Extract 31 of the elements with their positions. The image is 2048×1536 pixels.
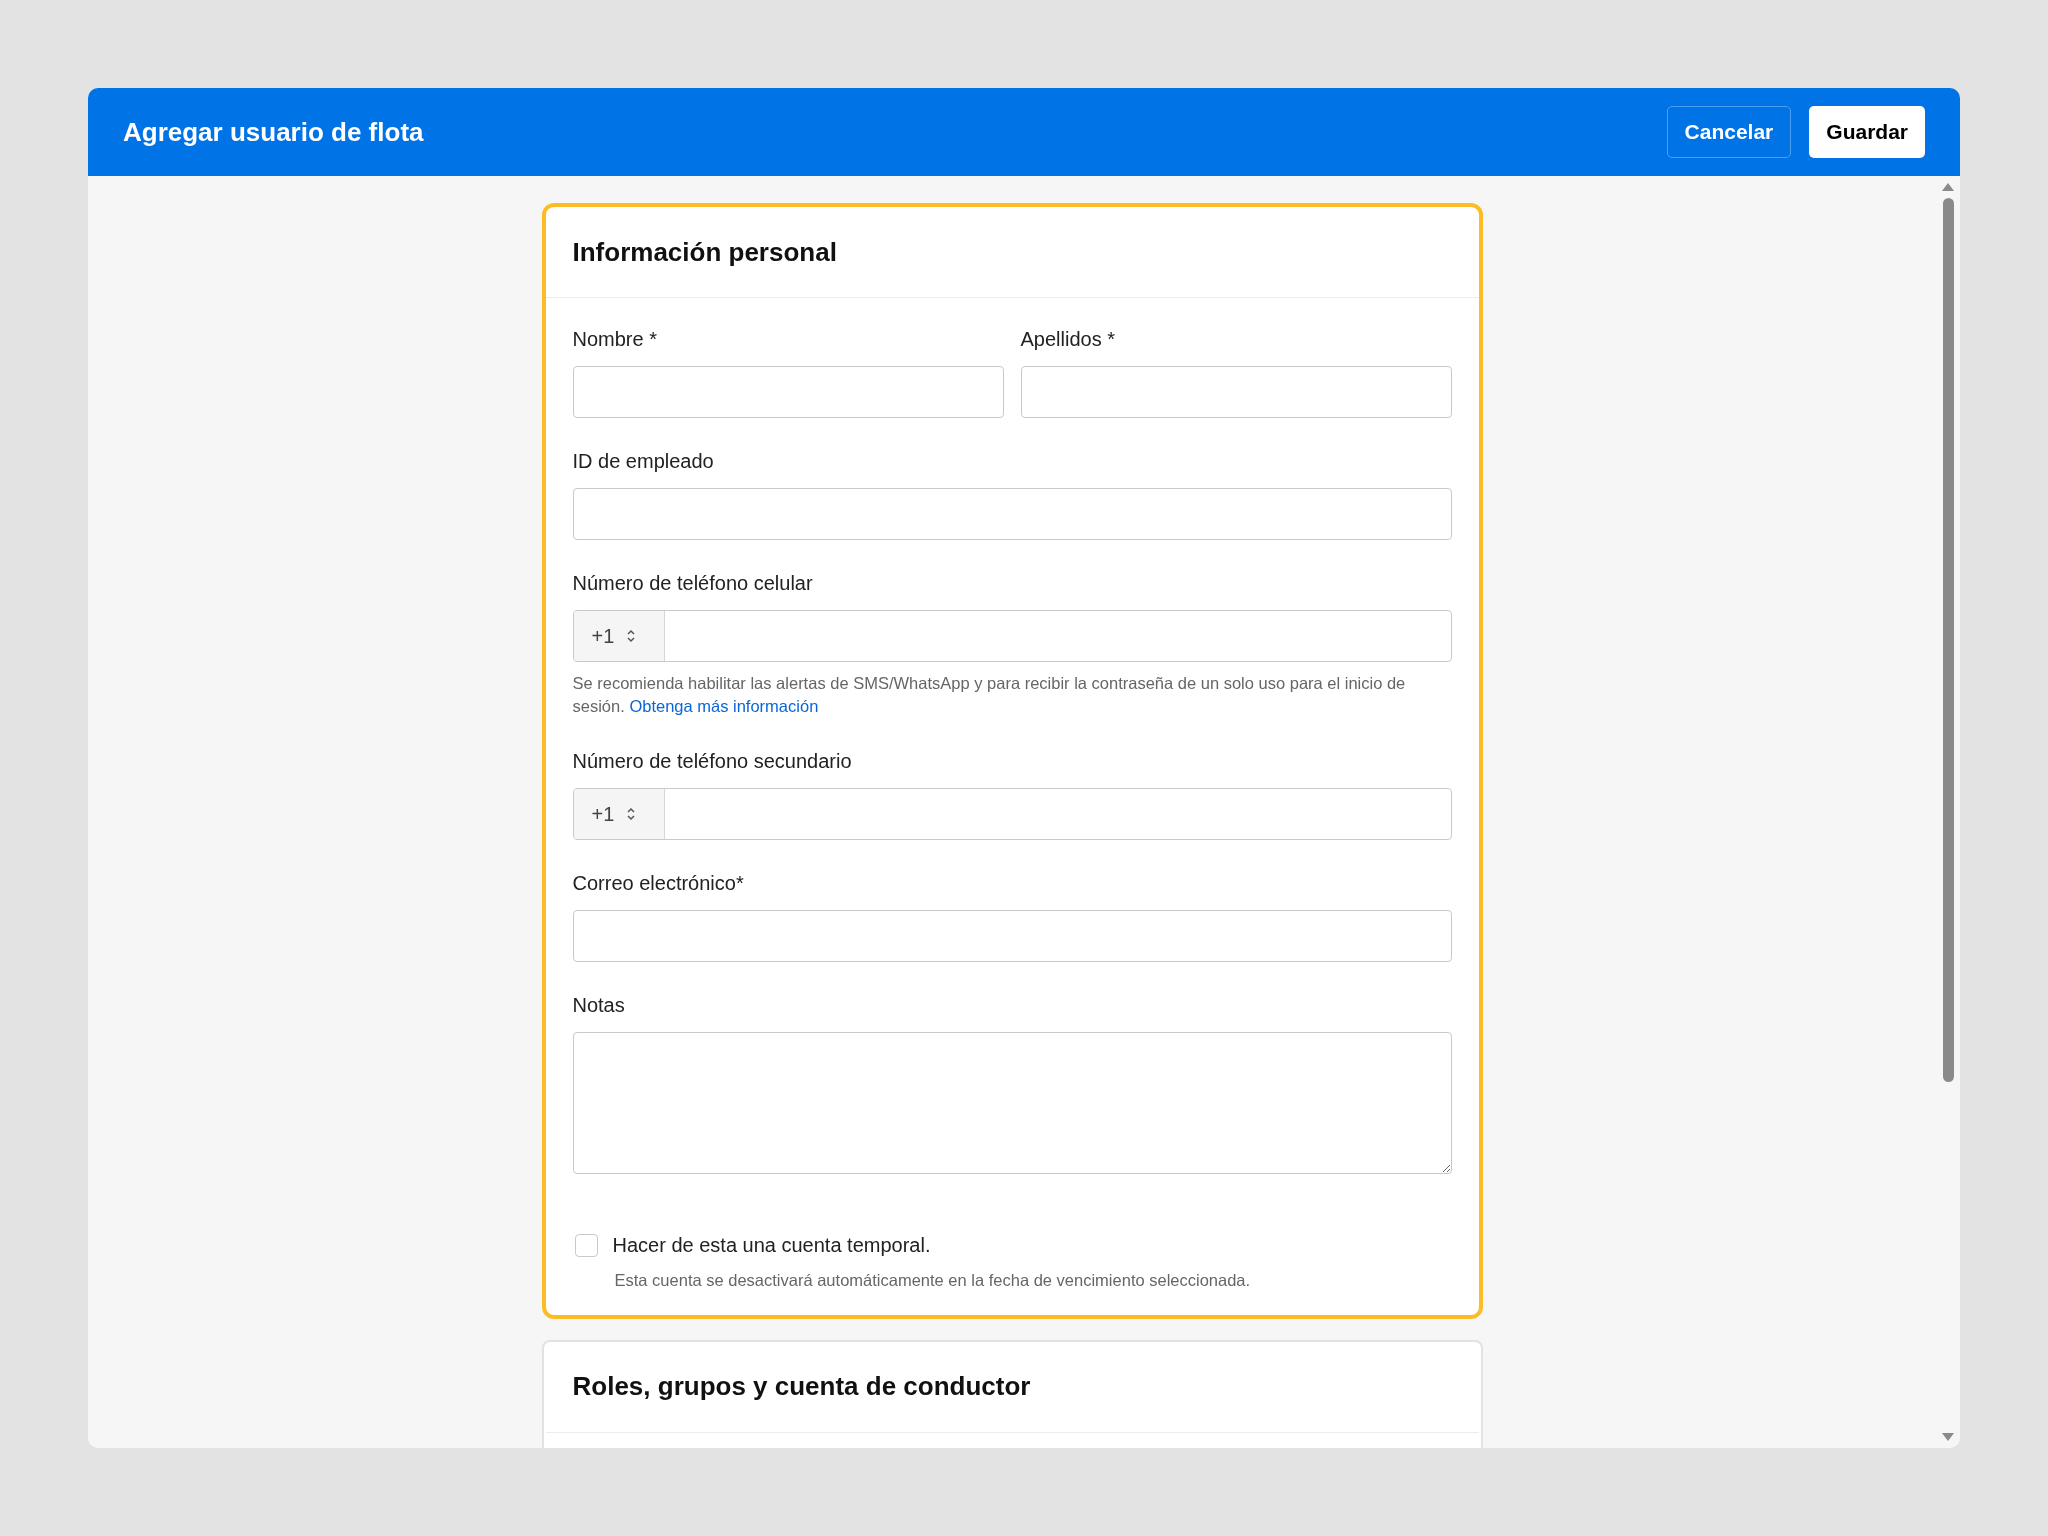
phone-input-field[interactable]: +1 — [572, 788, 1452, 840]
field-label: ID de empleado — [572, 449, 715, 474]
section-title: Información personal — [572, 235, 837, 269]
scrollbar-thumb[interactable] — [1942, 198, 1954, 1082]
checkbox-help-text: Esta cuenta se desactivará automáticamente en la fecha de vencimiento seleccionada. — [614, 1270, 1252, 1291]
field-label: Nombre * — [572, 327, 658, 352]
save-button[interactable]: Guardar — [1809, 106, 1925, 158]
scroll-down-icon[interactable] — [1941, 1432, 1955, 1442]
text-input-field[interactable] — [1020, 366, 1452, 418]
phone-input-field[interactable]: +1 — [572, 610, 1452, 662]
page-title: Agregar usuario de flota — [123, 115, 425, 149]
country-code-select[interactable]: +1 — [573, 789, 665, 839]
learn-more-link[interactable]: Obtenga más información — [629, 697, 819, 715]
notes-textarea[interactable] — [572, 1032, 1452, 1174]
checkbox-label: Hacer de esta una cuenta temporal. — [612, 1233, 931, 1258]
text-input-field[interactable] — [572, 910, 1452, 962]
help-text: Se recomienda habilitar las alertas de SMS/WhatsApp y para recibir la contraseña de un solo uso para el inicio de sesión. Obtenga más información — [572, 673, 1407, 717]
cancel-button[interactable]: Cancelar — [1666, 106, 1792, 158]
text-input-field[interactable] — [572, 366, 1004, 418]
scroll-up-icon[interactable] — [1941, 182, 1955, 192]
chevron-up-down-icon — [626, 806, 637, 822]
field-label: Número de teléfono celular — [572, 571, 814, 596]
field-label: Número de teléfono secundario — [572, 749, 853, 774]
text-input-field[interactable] — [572, 488, 1452, 540]
country-code-select[interactable]: +1 — [573, 611, 665, 661]
section-title: Roles, grupos y cuenta de conductor — [572, 1370, 1031, 1404]
field-label: Apellidos * — [1020, 327, 1116, 352]
checkbox[interactable] — [574, 1233, 598, 1257]
field-label: Notas — [572, 993, 626, 1018]
field-label: Correo electrónico* — [572, 871, 745, 896]
chevron-up-down-icon — [626, 628, 637, 644]
